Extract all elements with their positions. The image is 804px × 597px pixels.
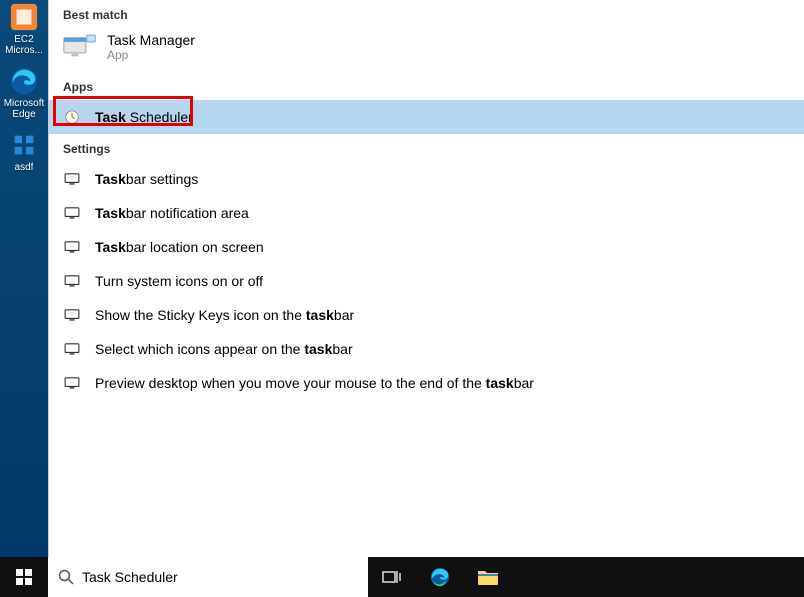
- settings-result[interactable]: Taskbar settings: [49, 162, 804, 196]
- desktop-icon-asdf[interactable]: asdf: [1, 128, 47, 173]
- result-text: Taskbar settings: [95, 171, 198, 187]
- result-text: Task Scheduler: [95, 109, 193, 125]
- settings-result[interactable]: Turn system icons on or off: [49, 264, 804, 298]
- display-icon: [63, 172, 81, 186]
- ec2-icon: [7, 0, 41, 34]
- result-text: Taskbar location on screen: [95, 239, 264, 255]
- result-text: Turn system icons on or off: [95, 273, 263, 289]
- start-button[interactable]: [0, 557, 48, 597]
- task-manager-icon: [63, 34, 97, 60]
- task-view-button[interactable]: [368, 557, 416, 597]
- result-text: Preview desktop when you move your mouse…: [95, 375, 534, 391]
- desktop-area: EC2 Micros... Microsoft Edge asdf: [0, 0, 48, 557]
- settings-result[interactable]: Taskbar location on screen: [49, 230, 804, 264]
- task-view-icon: [382, 569, 402, 585]
- settings-result[interactable]: Select which icons appear on the taskbar: [49, 332, 804, 366]
- desktop-icon-label: asdf: [15, 162, 34, 173]
- settings-result[interactable]: Taskbar notification area: [49, 196, 804, 230]
- display-icon: [63, 376, 81, 390]
- display-icon: [63, 240, 81, 254]
- search-results-panel: Best match Task Manager App Apps Task Sc…: [48, 0, 804, 557]
- taskbar-icons: [368, 557, 512, 597]
- desktop-icon-label: Microsoft Edge: [1, 98, 47, 120]
- search-input[interactable]: [82, 569, 358, 585]
- desktop-icon-edge[interactable]: Microsoft Edge: [1, 64, 47, 120]
- display-icon: [63, 342, 81, 356]
- apps-header: Apps: [49, 72, 804, 100]
- taskbar-explorer-button[interactable]: [464, 557, 512, 597]
- settings-header: Settings: [49, 134, 804, 162]
- search-icon: [58, 569, 74, 585]
- best-match-title: Task Manager: [107, 32, 195, 48]
- best-match-header: Best match: [49, 0, 804, 28]
- task-scheduler-icon: [63, 110, 81, 124]
- taskbar: [0, 557, 804, 597]
- edge-icon: [429, 566, 451, 588]
- result-text: Taskbar notification area: [95, 205, 249, 221]
- best-match-result[interactable]: Task Manager App: [49, 28, 804, 72]
- asdf-icon: [7, 128, 41, 162]
- result-text: Show the Sticky Keys icon on the taskbar: [95, 307, 354, 323]
- best-match-subtitle: App: [107, 48, 195, 62]
- taskbar-search-box[interactable]: [48, 557, 368, 597]
- edge-icon: [7, 64, 41, 98]
- app-result-task-scheduler[interactable]: Task Scheduler: [49, 100, 804, 134]
- file-explorer-icon: [477, 568, 499, 586]
- windows-icon: [16, 569, 32, 585]
- display-icon: [63, 308, 81, 322]
- desktop-icon-ec2[interactable]: EC2 Micros...: [1, 0, 47, 56]
- display-icon: [63, 206, 81, 220]
- settings-result[interactable]: Preview desktop when you move your mouse…: [49, 366, 804, 400]
- result-text: Select which icons appear on the taskbar: [95, 341, 353, 357]
- desktop-icon-label: EC2 Micros...: [1, 34, 47, 56]
- settings-result[interactable]: Show the Sticky Keys icon on the taskbar: [49, 298, 804, 332]
- taskbar-edge-button[interactable]: [416, 557, 464, 597]
- display-icon: [63, 274, 81, 288]
